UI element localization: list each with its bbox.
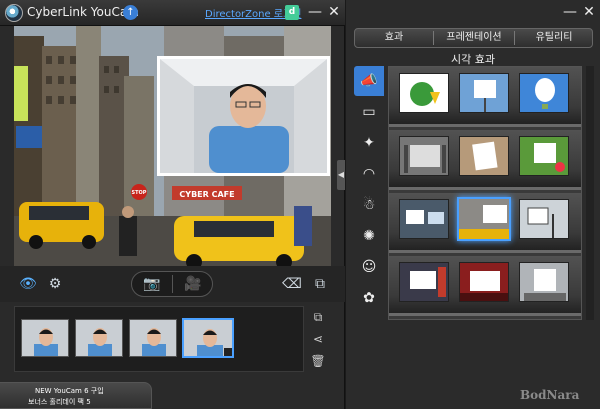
share-icon[interactable]: ⋖	[306, 328, 330, 350]
effect-thumb-hand	[460, 137, 508, 175]
effect-thumb-subway	[400, 200, 448, 238]
effect-thumb-hall	[400, 137, 448, 175]
effects-shelf-3	[389, 193, 581, 253]
effect-street-screen[interactable]	[399, 262, 449, 302]
thumbnail-strip	[14, 306, 304, 372]
promo-banner[interactable]: NEW YouCam 6 구입 보너스 홀리데이 팩 5	[0, 382, 152, 409]
mask-icon[interactable]: ◠	[354, 159, 384, 189]
window-mode-icon[interactable]: ⧉	[310, 274, 330, 294]
title-bar: CyberLink YouCam ↑ DirectorZone 로그인 d — …	[0, 0, 345, 26]
panel-toggle-handle[interactable]: ◀	[337, 160, 345, 190]
effect-times-square-selected[interactable]	[457, 197, 511, 241]
effect-sign-board[interactable]	[459, 73, 509, 113]
effect-thumb-square	[520, 263, 568, 301]
close-button[interactable]: ✕	[326, 4, 342, 20]
effect-globe-download[interactable]	[399, 73, 449, 113]
stop-sign: STOP	[132, 190, 147, 196]
effect-thumb-balloon	[520, 74, 568, 112]
promo-line-2: 보너스 홀리데이 팩 5	[28, 398, 91, 406]
effects-title-bar: — ✕	[346, 0, 600, 24]
effects-eye-icon[interactable]: 👁	[18, 274, 38, 294]
effect-garden-frame[interactable]	[519, 136, 569, 176]
effects-shelf-2	[389, 130, 581, 190]
effect-frame-hand[interactable]	[459, 136, 509, 176]
effect-thumb-sign	[460, 74, 508, 112]
directorzone-icon[interactable]: d	[285, 5, 299, 20]
capture-mode-group: 📷 🎥	[131, 271, 213, 297]
smiley-icon[interactable]: ☺	[354, 252, 384, 282]
tab-utility[interactable]: 유틸리티	[515, 29, 593, 47]
youcam-main-window: CyberLink YouCam ↑ DirectorZone 로그인 d — …	[0, 0, 345, 409]
cyber-cafe-sign: CYBER CAFE	[179, 190, 234, 199]
effect-category-bar: 📣 ▭ ✦ ◠ ☃ ✺ ☺ ✿	[354, 66, 388, 320]
tab-effects[interactable]: 효과	[355, 29, 433, 47]
effects-gallery	[388, 66, 582, 320]
bodnara-watermark: BodNara	[520, 388, 580, 402]
snapshot-camera-button[interactable]: 📷	[132, 272, 172, 296]
effect-thumb-bridge	[520, 200, 568, 238]
delete-trash-icon[interactable]: 🗑	[306, 350, 330, 372]
promo-line-1: NEW YouCam 6 구입	[35, 387, 104, 395]
thumbnail-3[interactable]	[129, 319, 177, 357]
settings-gear-icon[interactable]: ⚙	[45, 274, 65, 294]
copy-icon[interactable]: ⧉	[306, 306, 330, 328]
tab-presentation[interactable]: 프레젠테이션	[434, 29, 514, 47]
minimize-button[interactable]: —	[307, 4, 323, 20]
camera-scene: CYBER CAFE STOP	[14, 26, 331, 266]
effects-close-button[interactable]: ✕	[581, 4, 597, 20]
camera-preview[interactable]: CYBER CAFE STOP	[14, 26, 331, 266]
effect-theater-stage[interactable]	[459, 262, 509, 302]
scene-icon[interactable]: 📣	[354, 66, 384, 96]
effect-thumb-city	[459, 199, 509, 239]
effect-square-screens[interactable]	[519, 262, 569, 302]
update-arrow-icon[interactable]: ↑	[123, 5, 138, 20]
section-title: 시각 효과	[451, 53, 495, 66]
effect-hot-air-balloon[interactable]	[519, 73, 569, 113]
record-video-button[interactable]: 🎥	[173, 272, 213, 296]
eraser-icon[interactable]: ⌫	[282, 274, 302, 294]
effect-thumb-garden	[520, 137, 568, 175]
emotion-icon[interactable]: ✺	[354, 221, 384, 251]
thumb-face-3	[130, 320, 176, 356]
thumbnail-actions: ⧉ ⋖ 🗑	[306, 306, 332, 372]
effects-panel-window: — ✕ 효과 프레젠테이션 유틸리티 시각 효과 📣 ▭ ✦ ◠ ☃ ✺ ☺ ✿	[346, 0, 600, 409]
thumb-face-2	[76, 320, 122, 356]
effects-scrollbar[interactable]	[586, 66, 594, 320]
frame-icon[interactable]: ▭	[354, 97, 384, 127]
thumb-face-4	[184, 320, 232, 356]
effect-thumb-theater	[460, 263, 508, 301]
youcam-logo-icon	[5, 4, 23, 22]
thumbnail-2[interactable]	[75, 319, 123, 357]
avatar-icon[interactable]: ☃	[354, 190, 384, 220]
effects-shelf-4	[389, 256, 581, 316]
thumbnail-1[interactable]	[21, 319, 69, 357]
effect-subway-ads[interactable]	[399, 199, 449, 239]
effects-minimize-button[interactable]: —	[562, 4, 578, 20]
thumbnail-4-selected[interactable]	[182, 318, 234, 358]
magic-wand-icon[interactable]: ✦	[354, 128, 384, 158]
thumb-face-1	[22, 320, 68, 356]
effect-thumb-globe	[400, 74, 448, 112]
effect-gallery-hall[interactable]	[399, 136, 449, 176]
effect-thumb-street	[400, 263, 448, 301]
gadget-icon[interactable]: ✿	[354, 283, 384, 313]
capture-toolbar: 👁 ⚙ 📷 🎥 ⌫ ⧉	[0, 266, 345, 302]
effects-shelf-1	[389, 67, 581, 127]
effect-billboard-bridge[interactable]	[519, 199, 569, 239]
effects-tab-bar: 효과 프레젠테이션 유틸리티	[354, 28, 593, 48]
